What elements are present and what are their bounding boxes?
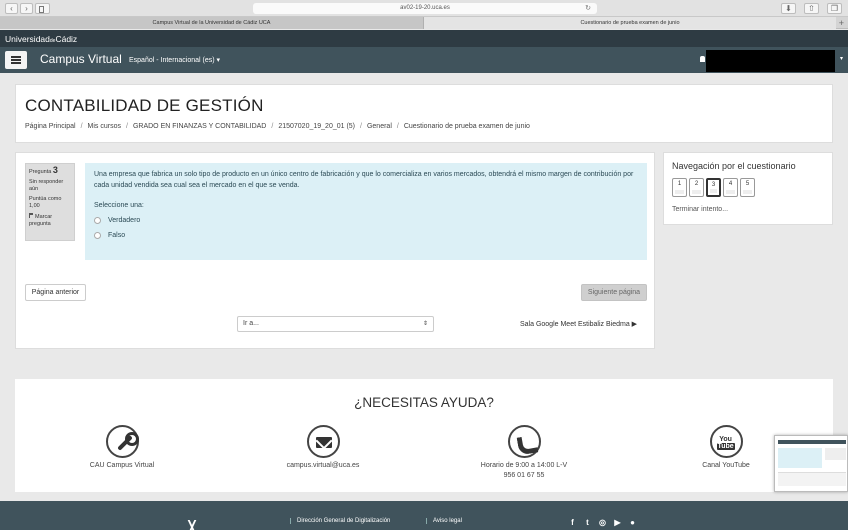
tab-campus-virtual[interactable]: Campus Virtual de la Universidad de Cádi… — [0, 17, 424, 29]
help-cau[interactable]: CAU Campus Virtual — [85, 425, 159, 471]
google-meet-link[interactable]: Sala Google Meet Estibaliz Biedma ▶ — [520, 320, 637, 328]
new-tab-icon[interactable]: + — [839, 17, 844, 29]
help-email[interactable]: campus.virtual@uca.es — [277, 425, 369, 471]
sidebar-toggle-icon[interactable] — [35, 3, 50, 14]
question-status: Sin responder aún — [29, 179, 64, 192]
breadcrumb-general[interactable]: General — [367, 123, 392, 130]
language-menu[interactable]: Español - Internacional (es) ▾ — [129, 56, 220, 64]
finish-attempt-link[interactable]: Terminar intento... — [672, 206, 728, 213]
notification-icon[interactable] — [700, 56, 705, 62]
footer-link-aviso-legal[interactable]: Aviso legal — [426, 518, 462, 524]
user-caret-icon[interactable]: ▾ — [840, 55, 843, 62]
uca-logo[interactable]: UniversidaddeCádiz — [5, 34, 77, 44]
facebook-icon[interactable]: f — [568, 518, 577, 527]
instagram-icon[interactable]: ◎ — [598, 518, 607, 527]
jump-to-select[interactable]: Ir a... ⇕ — [237, 316, 434, 332]
screenshot-thumbnail[interactable] — [774, 435, 848, 492]
page-title: CONTABILIDAD DE GESTIÓN — [25, 96, 264, 115]
breadcrumb-degree[interactable]: GRADO EN FINANZAS Y CONTABILIDAD — [133, 123, 266, 130]
question-score: Puntúa como 1,00 — [29, 196, 62, 209]
question-info: Pregunta 3 Sin responder aún Puntúa como… — [25, 163, 75, 241]
menu-button[interactable] — [5, 51, 27, 69]
quiz-page-4[interactable]: 4 — [723, 178, 738, 197]
quiz-page-3[interactable]: 3 — [706, 178, 721, 197]
breadcrumb-my-courses[interactable]: Mis cursos — [88, 123, 121, 130]
question-number: 3 — [52, 165, 58, 175]
share-icon[interactable]: ⇧ — [804, 3, 819, 14]
youtube-icon[interactable]: You Tube — [709, 425, 743, 458]
forward-icon[interactable]: › — [20, 3, 33, 14]
mail-icon[interactable] — [306, 425, 340, 458]
address-bar[interactable]: av02-19-20.uca.es ↻ — [253, 3, 597, 14]
breadcrumb-quiz[interactable]: Cuestionario de prueba examen de junio — [404, 123, 530, 130]
footer-link-digitalizacion[interactable]: Dirección General de Digitalización — [290, 518, 390, 524]
flag-question[interactable]: Marcar pregunta — [29, 213, 71, 228]
radio-true[interactable] — [94, 217, 101, 224]
answer-false[interactable]: Falso — [94, 230, 638, 241]
select-arrows-icon: ⇕ — [422, 321, 428, 327]
download-icon[interactable]: ⬇ — [781, 3, 796, 14]
page-header: CONTABILIDAD DE GESTIÓN Página Principal… — [15, 84, 833, 143]
user-menu-redacted[interactable] — [706, 50, 835, 72]
site-brand[interactable]: Campus Virtual — [40, 52, 122, 66]
back-icon[interactable]: ‹ — [5, 3, 18, 14]
footer: Dirección General de Digitalización Avis… — [0, 501, 848, 530]
help-youtube[interactable]: You Tube Canal YouTube — [695, 425, 757, 471]
question-content: Una empresa que fabrica un solo tipo de … — [85, 163, 647, 260]
help-phone[interactable]: Horario de 9:00 a 14:00 L-V 956 01 67 55 — [471, 425, 577, 481]
twitter-icon[interactable]: t — [583, 518, 592, 527]
previous-page-button[interactable]: Página anterior — [25, 284, 86, 301]
reload-icon[interactable]: ↻ — [585, 3, 591, 14]
flickr-icon[interactable]: ● — [628, 518, 637, 527]
flag-icon — [29, 213, 33, 218]
address-url: av02-19-20.uca.es — [400, 5, 450, 11]
breadcrumb-course-code[interactable]: 21507020_19_20_01 (5) — [278, 123, 355, 130]
tab-quiz[interactable]: Cuestionario de prueba examen de junio — [424, 17, 836, 29]
quiz-navigation: Navegación por el cuestionario 1 2 3 4 5… — [663, 152, 833, 225]
phone-icon[interactable] — [507, 425, 541, 458]
tab-bar: Campus Virtual de la Universidad de Cádi… — [0, 17, 848, 29]
next-page-button[interactable]: Siguiente página — [581, 284, 647, 301]
help-section: ¿NECESITAS AYUDA? CAU Campus Virtual cam… — [15, 379, 833, 492]
university-strip: UniversidaddeCádiz — [0, 30, 848, 47]
breadcrumb-home[interactable]: Página Principal — [25, 123, 76, 130]
radio-false[interactable] — [94, 232, 101, 239]
tabs-overview-icon[interactable]: ❐ — [827, 3, 842, 14]
youtube-footer-icon[interactable]: ▶ — [613, 518, 622, 527]
quiz-page-5[interactable]: 5 — [740, 178, 755, 197]
wrench-icon[interactable] — [105, 425, 139, 458]
uca-footer-logo — [176, 518, 206, 530]
answer-true[interactable]: Verdadero — [94, 215, 638, 226]
browser-toolbar: ‹ › av02-19-20.uca.es ↻ ⬇ ⇧ ❐ — [0, 0, 848, 17]
question-card: Pregunta 3 Sin responder aún Puntúa como… — [15, 152, 655, 349]
quiz-page-1[interactable]: 1 — [672, 178, 687, 197]
quiz-page-2[interactable]: 2 — [689, 178, 704, 197]
question-text: Una empresa que fabrica un solo tipo de … — [94, 171, 634, 189]
help-title: ¿NECESITAS AYUDA? — [354, 395, 494, 410]
breadcrumb: Página Principal / Mis cursos / GRADO EN F… — [25, 123, 530, 130]
social-icons: f t ◎ ▶ ● — [568, 518, 637, 527]
quiz-nav-title: Navegación por el cuestionario — [672, 161, 796, 171]
answer-prompt: Seleccione una: — [94, 202, 144, 209]
